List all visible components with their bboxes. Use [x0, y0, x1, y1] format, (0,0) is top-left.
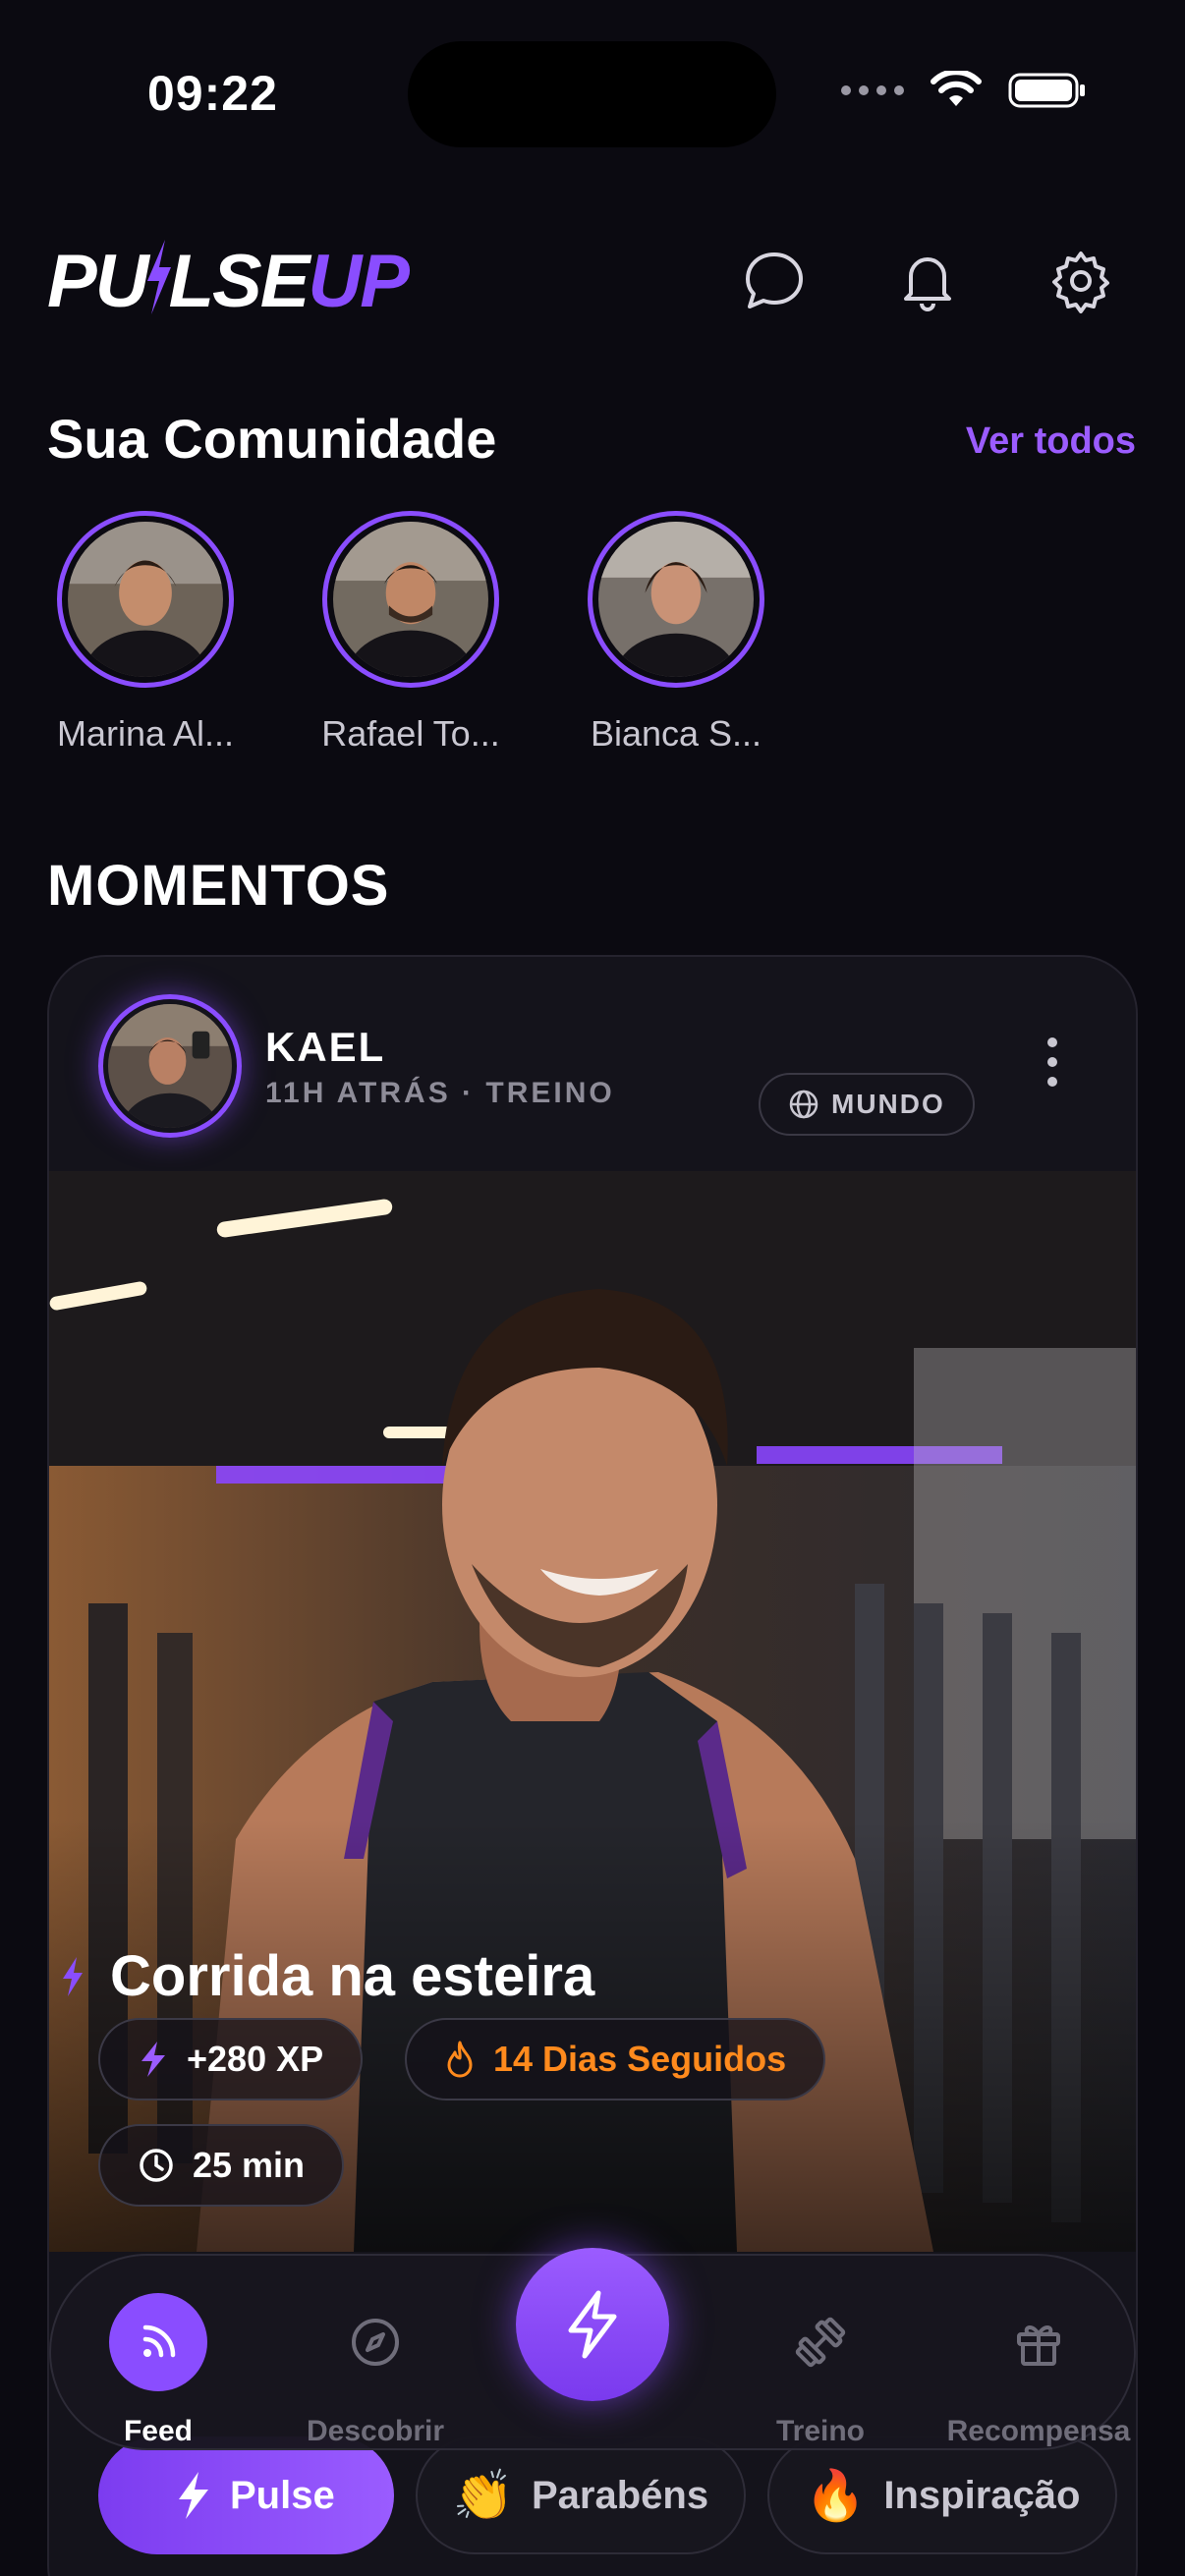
status-time: 09:22 — [147, 66, 278, 121]
nav-item-feed[interactable]: Feed — [60, 2293, 256, 2448]
see-all-link[interactable]: Ver todos — [966, 420, 1136, 463]
bottom-nav: Feed Descobrir Treino Recompensa — [49, 2248, 1137, 2450]
inspiration-reaction-button[interactable]: 🔥 Inspiração — [767, 2436, 1118, 2554]
dynamic-island — [408, 41, 776, 147]
bell-icon[interactable] — [890, 244, 965, 318]
reaction-label: Parabéns — [531, 2473, 709, 2517]
battery-icon — [1008, 73, 1085, 108]
nav-label: Feed — [123, 2415, 194, 2447]
wifi-icon — [931, 71, 982, 106]
streak-badge: 14 Dias Seguidos — [405, 2018, 826, 2100]
reaction-label: Pulse — [230, 2473, 335, 2517]
friend-avatar[interactable] — [322, 511, 499, 688]
bolt-icon — [568, 2290, 617, 2359]
avatar-photo — [333, 522, 488, 677]
globe-icon — [789, 1090, 818, 1119]
friend-name: Rafael To... — [321, 713, 500, 754]
chat-icon[interactable] — [737, 244, 812, 318]
pulse-reaction-button[interactable]: Pulse — [98, 2436, 394, 2554]
friend-item[interactable]: Marina Al... — [47, 511, 244, 755]
avatar-photo — [68, 522, 223, 677]
friend-avatar[interactable] — [588, 511, 764, 688]
visibility-badge[interactable]: MUNDO — [759, 1073, 975, 1136]
bolt-icon — [63, 1956, 83, 1996]
nav-item-rewards[interactable]: Recompensa — [940, 2293, 1137, 2448]
streak-value: 14 Dias Seguidos — [493, 2039, 787, 2079]
gear-icon[interactable] — [1044, 244, 1118, 318]
fire-icon: 🔥 — [805, 2467, 867, 2523]
dumbbell-icon — [771, 2293, 870, 2391]
post-meta: 11H ATRÁS · TREINO — [265, 1077, 615, 1109]
nav-item-workout[interactable]: Treino — [722, 2293, 919, 2448]
pulseup-logo: PU LSEUP — [47, 240, 410, 323]
flame-icon — [447, 2041, 473, 2078]
reaction-label: Inspiração — [883, 2473, 1081, 2517]
post-author-avatar[interactable] — [98, 994, 242, 1138]
feed-icon — [109, 2293, 207, 2391]
nav-label: Treino — [775, 2415, 865, 2447]
workout-title-row: Corrida na esteira — [59, 1943, 594, 2009]
nav-item-discover[interactable]: Descobrir — [277, 2293, 474, 2448]
pulse-fab-button[interactable] — [516, 2248, 669, 2401]
friend-name: Bianca S... — [590, 713, 762, 754]
xp-badge: +280 XP — [98, 2018, 364, 2100]
bolt-icon — [179, 2472, 208, 2519]
gift-icon — [989, 2293, 1088, 2391]
moments-title: MOMENTOS — [47, 854, 390, 918]
visibility-label: MUNDO — [831, 1089, 945, 1119]
reaction-bar: Pulse 👏 Parabéns 🔥 Inspiração — [98, 2436, 1118, 2554]
status-bar: 09:22 — [0, 0, 1185, 196]
duration-value: 25 min — [193, 2145, 306, 2185]
post-author-name[interactable]: KAEL — [265, 1024, 385, 1071]
nav-label: Recompensa — [946, 2415, 1131, 2447]
more-options-icon[interactable] — [1047, 1037, 1057, 1087]
nav-label: Descobrir — [306, 2415, 445, 2447]
avatar-photo — [108, 1004, 232, 1128]
community-list: Marina Al... Rafael To... Bianca S... — [47, 511, 774, 755]
avatar-photo — [598, 522, 754, 677]
bolt-icon — [141, 2042, 165, 2077]
congrats-reaction-button[interactable]: 👏 Parabéns — [415, 2436, 747, 2554]
duration-badge: 25 min — [98, 2124, 345, 2207]
friend-item[interactable]: Rafael To... — [312, 511, 509, 755]
xp-value: +280 XP — [187, 2039, 324, 2079]
friend-name: Marina Al... — [56, 713, 235, 754]
workout-title: Corrida na esteira — [110, 1944, 595, 2008]
compass-icon — [326, 2293, 424, 2391]
community-title: Sua Comunidade — [47, 408, 497, 470]
app-header: PU LSEUP — [47, 226, 1138, 334]
friend-avatar[interactable] — [57, 511, 234, 688]
clock-icon — [140, 2149, 173, 2182]
status-icons — [841, 71, 1087, 110]
friend-item[interactable]: Bianca S... — [578, 511, 774, 755]
signal-icon — [841, 85, 904, 95]
post-header: KAEL 11H ATRÁS · TREINO MUNDO — [49, 957, 1136, 1171]
clapping-hands-icon: 👏 — [452, 2467, 514, 2523]
